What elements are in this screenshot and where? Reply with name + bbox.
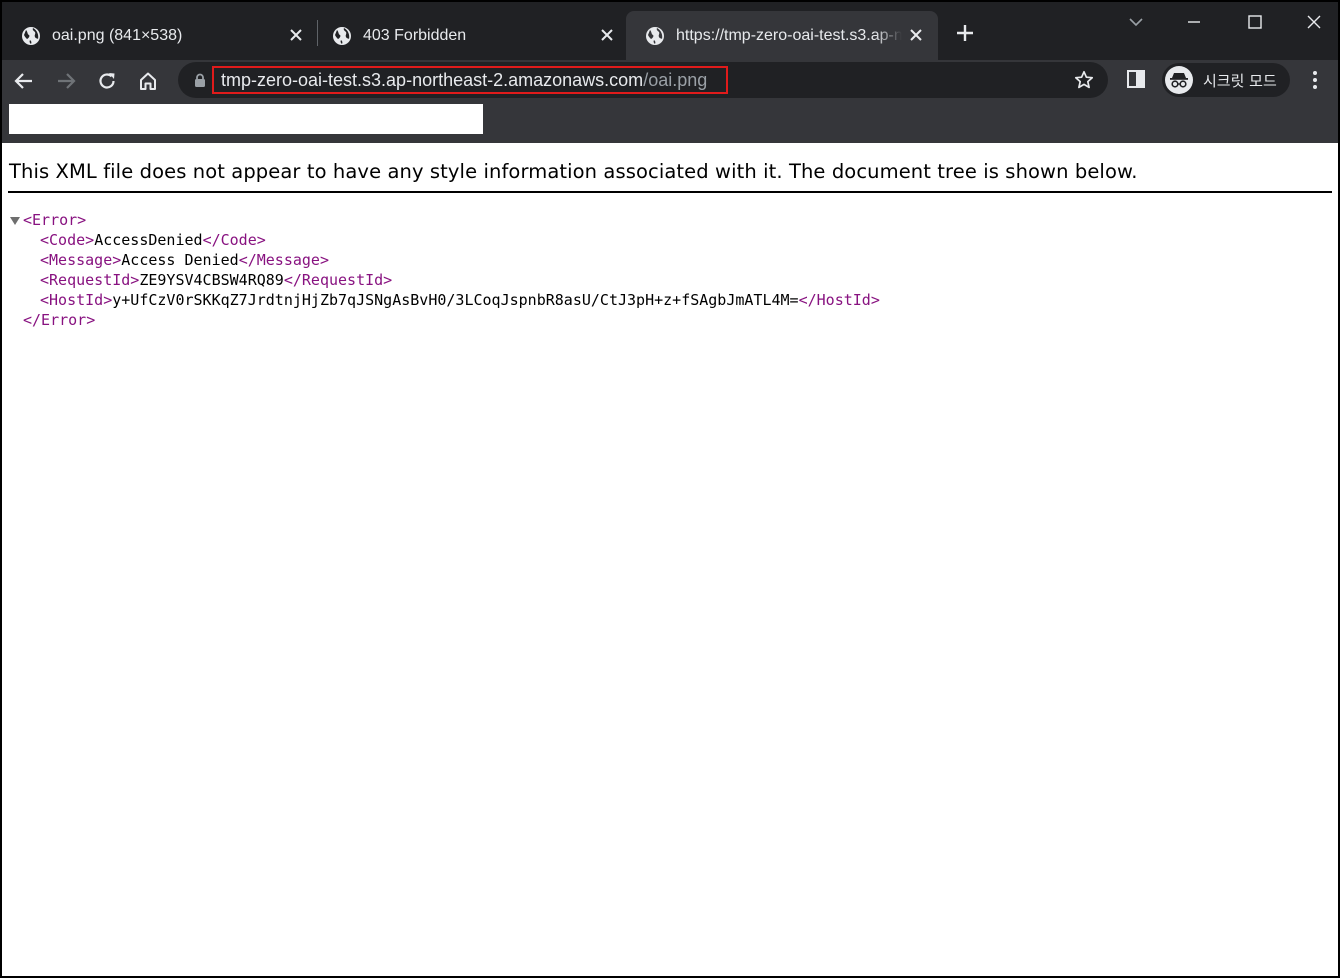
browser-window: oai.png (841×538) 403 Forbidden https://… <box>2 2 1338 976</box>
tag-value: Access Denied <box>121 251 239 269</box>
tag-open: <Message> <box>40 251 122 269</box>
tab-oai-image[interactable]: oai.png (841×538) <box>2 11 312 60</box>
page-content: This XML file does not appear to have an… <box>2 143 1338 976</box>
tag-error-open: <Error> <box>23 211 87 229</box>
side-panel-icon[interactable] <box>1126 69 1146 89</box>
tag-open: <HostId> <box>40 291 113 309</box>
tag-close: </Code> <box>202 231 266 249</box>
back-icon[interactable] <box>10 67 38 95</box>
tag-open: <RequestId> <box>40 271 140 289</box>
tab-active-s3[interactable]: https://tmp-zero-oai-test.s3.ap-northeas… <box>626 11 938 60</box>
tag-value: ZE9YSV4CBSW4RQ89 <box>139 271 284 289</box>
xml-tree: <Error> <Code>AccessDenied</Code> <Messa… <box>8 210 880 330</box>
incognito-icon <box>1165 66 1193 94</box>
globe-icon <box>22 26 40 45</box>
tag-error-close: </Error> <box>23 311 96 329</box>
tab-title: https://tmp-zero-oai-test.s3.ap-northeas… <box>676 26 902 44</box>
tag-value: y+UfCzV0rSKKqZ7JrdtnjHjZb7qJSNgAsBvH0/3L… <box>112 291 799 309</box>
tag-open: <Code> <box>40 231 95 249</box>
collapse-toggle-icon[interactable] <box>10 217 20 225</box>
tag-value: AccessDenied <box>94 231 203 249</box>
close-tab-icon[interactable] <box>906 25 926 45</box>
redacted-area <box>9 104 483 134</box>
globe-icon <box>333 26 351 45</box>
notice-divider <box>8 191 1332 193</box>
incognito-label: 시크릿 모드 <box>1203 71 1277 90</box>
new-tab-icon[interactable] <box>952 20 978 46</box>
minimize-icon[interactable] <box>1174 8 1214 36</box>
bookmark-star-icon[interactable] <box>1074 70 1094 90</box>
xml-element-requestid: <RequestId>ZE9YSV4CBSW4RQ89</RequestId> <box>8 270 880 290</box>
close-tab-icon[interactable] <box>286 25 306 45</box>
more-options-icon[interactable] <box>1304 68 1326 92</box>
tab-strip: oai.png (841×538) 403 Forbidden https://… <box>2 2 1338 60</box>
xml-root-close: </Error> <box>8 310 880 330</box>
tab-title: 403 Forbidden <box>363 26 467 44</box>
xml-root-open: <Error> <box>8 210 880 230</box>
xml-element-hostid: <HostId>y+UfCzV0rSKKqZ7JrdtnjHjZb7qJSNgA… <box>8 290 880 310</box>
bookmark-bar <box>2 101 1338 143</box>
address-bar[interactable]: tmp-zero-oai-test.s3.ap-northeast-2.amaz… <box>178 62 1108 98</box>
tab-403-forbidden[interactable]: 403 Forbidden <box>313 11 627 60</box>
tab-search-icon[interactable] <box>1116 8 1156 36</box>
url-text[interactable]: tmp-zero-oai-test.s3.ap-northeast-2.amaz… <box>221 70 707 91</box>
xml-element-code: <Code>AccessDenied</Code> <box>8 230 880 250</box>
reload-icon[interactable] <box>93 67 121 95</box>
incognito-button[interactable]: 시크릿 모드 <box>1162 63 1290 97</box>
close-tab-icon[interactable] <box>597 25 617 45</box>
home-icon[interactable] <box>134 67 162 95</box>
xml-style-notice: This XML file does not appear to have an… <box>9 160 1138 183</box>
tab-title: oai.png (841×538) <box>52 26 183 44</box>
maximize-icon[interactable] <box>1235 8 1275 36</box>
url-host: tmp-zero-oai-test.s3.ap-northeast-2.amaz… <box>221 70 644 90</box>
url-path: /oai.png <box>643 70 708 90</box>
lock-icon[interactable] <box>194 73 206 87</box>
tag-close: </RequestId> <box>283 271 393 289</box>
close-window-icon[interactable] <box>1294 8 1334 36</box>
tag-close: </HostId> <box>798 291 880 309</box>
tag-close: </Message> <box>238 251 329 269</box>
toolbar: tmp-zero-oai-test.s3.ap-northeast-2.amaz… <box>2 60 1338 101</box>
globe-icon <box>646 26 664 45</box>
xml-element-message: <Message>Access Denied</Message> <box>8 250 880 270</box>
forward-icon[interactable] <box>52 67 80 95</box>
